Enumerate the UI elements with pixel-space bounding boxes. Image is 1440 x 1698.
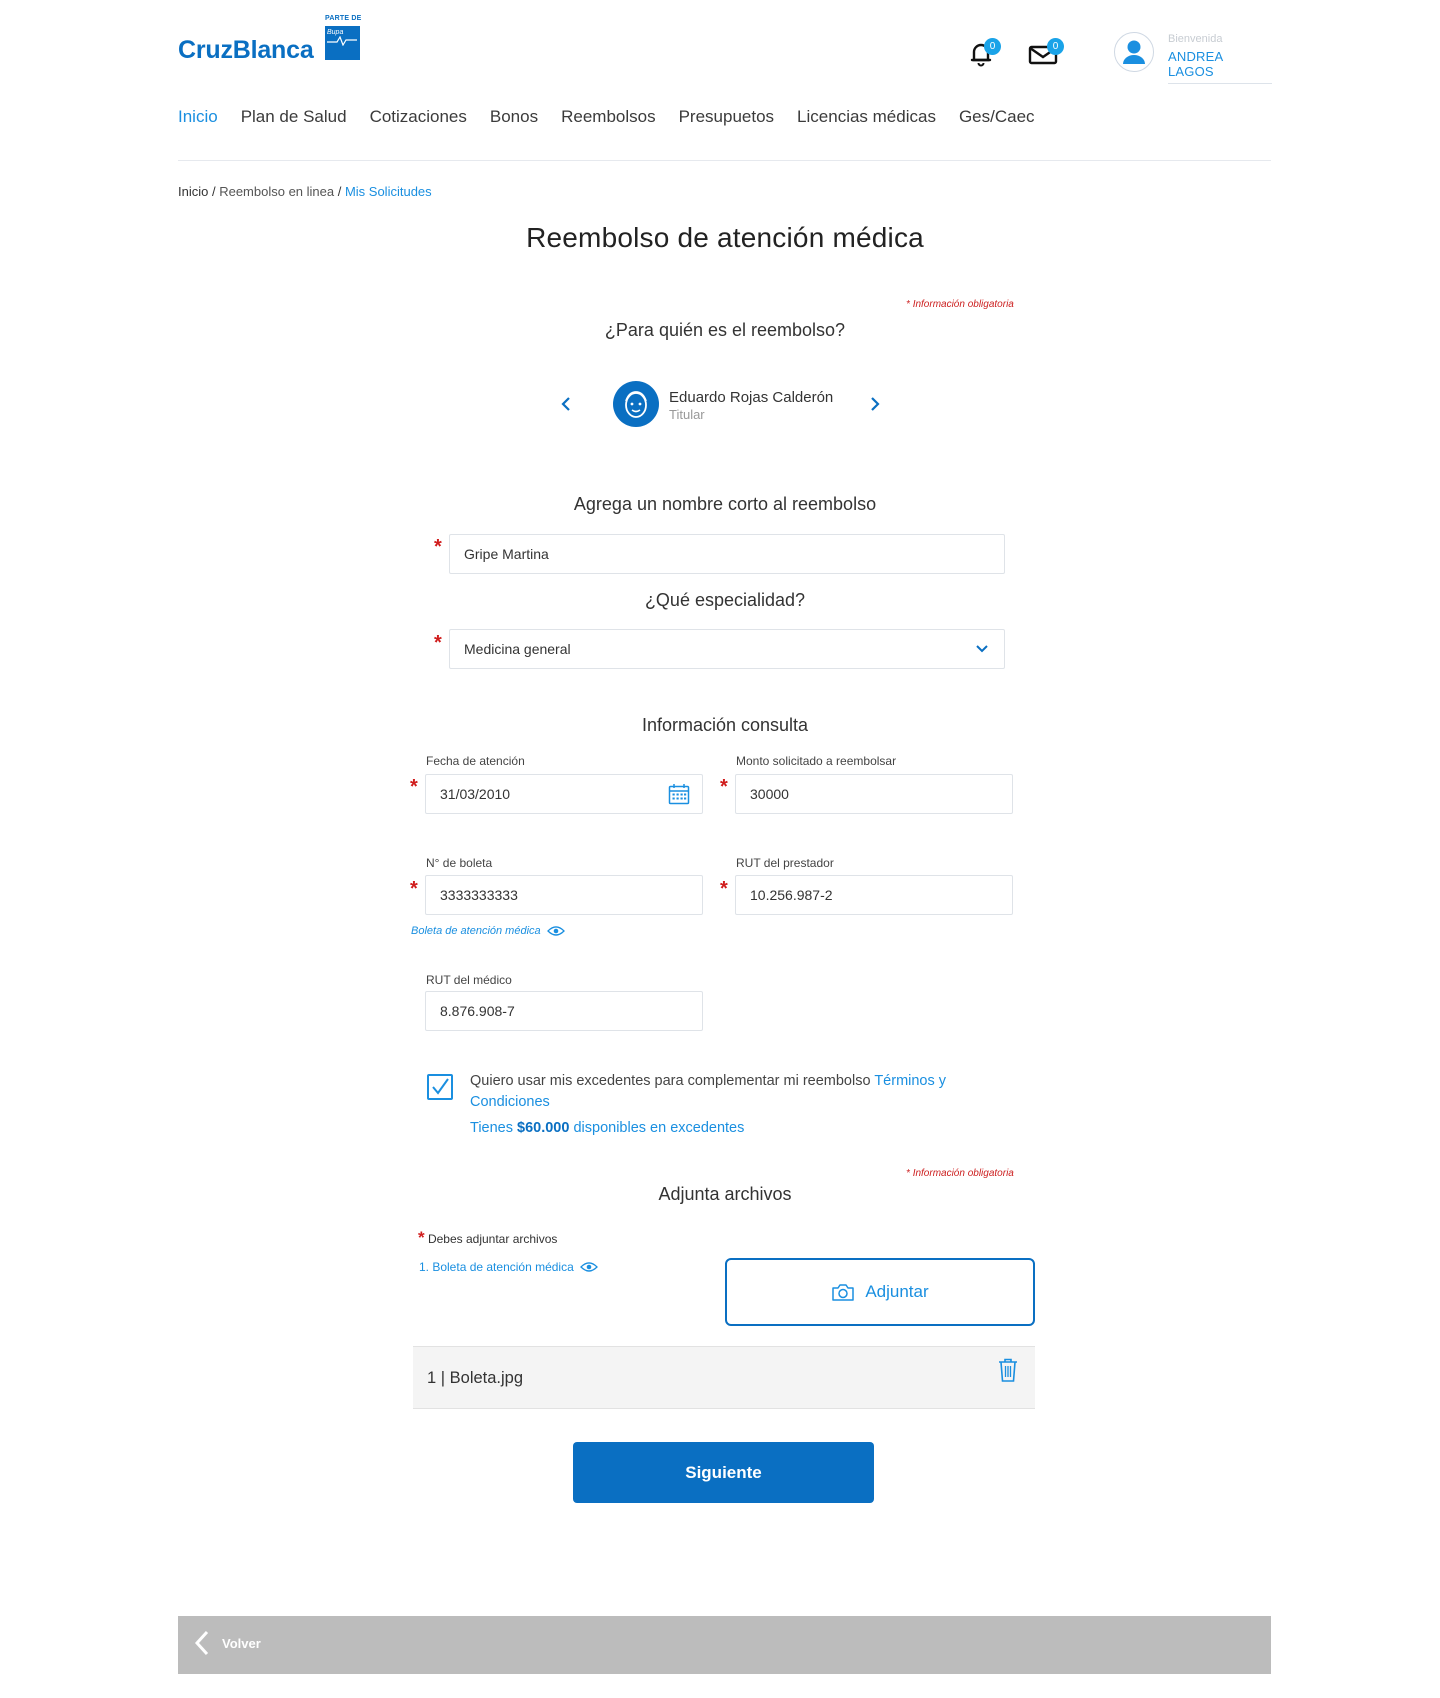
messages-badge: 0 bbox=[1047, 38, 1064, 55]
rut-medico-label: RUT del médico bbox=[426, 973, 512, 987]
user-name[interactable]: ANDREA LAGOS bbox=[1168, 49, 1272, 84]
prev-beneficiary-button[interactable] bbox=[556, 394, 576, 414]
required-asterisk: * bbox=[434, 632, 442, 654]
monto-input[interactable]: 30000 bbox=[735, 774, 1013, 814]
breadcrumb-current[interactable]: Mis Solicitudes bbox=[345, 184, 432, 199]
required-asterisk: * bbox=[410, 776, 418, 798]
excedentes-available: Tienes $60.000 disponibles en excedentes bbox=[470, 1120, 745, 1136]
beneficiary-avatar bbox=[613, 381, 659, 427]
excedentes-checkbox[interactable] bbox=[427, 1074, 453, 1100]
breadcrumb-separator: / bbox=[208, 184, 220, 199]
nav-item-cotizaciones[interactable]: Cotizaciones bbox=[370, 107, 467, 127]
rut-prestador-label: RUT del prestador bbox=[736, 856, 834, 870]
beneficiary-name: Eduardo Rojas Calderón bbox=[669, 389, 834, 406]
chevron-right-icon bbox=[871, 397, 880, 411]
specialty-select[interactable]: Medicina general bbox=[449, 629, 1005, 669]
breadcrumb-home[interactable]: Inicio bbox=[178, 184, 208, 199]
monto-value: 30000 bbox=[750, 786, 789, 802]
rut-medico-input[interactable]: 8.876.908-7 bbox=[425, 991, 703, 1031]
nav-item-presupuestos[interactable]: Presupuetos bbox=[679, 107, 774, 127]
eye-icon bbox=[579, 1262, 598, 1272]
pulse-icon bbox=[327, 35, 357, 47]
bupa-logo-text: Bupa bbox=[327, 29, 344, 36]
delete-file-button[interactable] bbox=[997, 1357, 1019, 1388]
next-button[interactable]: Siguiente bbox=[573, 1442, 874, 1503]
cruzblanca-logo[interactable]: CruzBlanca bbox=[178, 36, 314, 65]
chevron-left-icon bbox=[194, 1630, 209, 1656]
next-label: Siguiente bbox=[685, 1462, 762, 1482]
header-divider bbox=[178, 160, 1271, 161]
chevron-down-icon bbox=[976, 645, 988, 653]
nav-item-plan-de-salud[interactable]: Plan de Salud bbox=[241, 107, 347, 127]
boleta-input[interactable]: 3333333333 bbox=[425, 875, 703, 915]
required-note: * Información obligatoria bbox=[906, 299, 1014, 310]
boleta-example-link[interactable]: Boleta de atención médica bbox=[411, 925, 565, 937]
adjuntar-label: Adjuntar bbox=[865, 1282, 929, 1301]
boleta-example-label: Boleta de atención médica bbox=[411, 925, 541, 937]
required-note: * Información obligatoria bbox=[906, 1168, 1014, 1179]
main-nav: Inicio Plan de Salud Cotizaciones Bonos … bbox=[178, 107, 1058, 127]
attachment-example-link[interactable]: 1. Boleta de atención médica bbox=[419, 1260, 598, 1274]
must-attach-note: * Debes adjuntar archivos bbox=[418, 1228, 558, 1247]
bupa-logo: Bupa bbox=[325, 26, 360, 60]
back-label[interactable]: Volver bbox=[222, 1636, 261, 1651]
parte-de-label: PARTE DE bbox=[325, 15, 362, 22]
required-asterisk: * bbox=[434, 536, 442, 558]
calendar-icon[interactable] bbox=[668, 783, 690, 805]
specialty-value: Medicina general bbox=[464, 641, 571, 657]
attached-file-name: 1 | Boleta.jpg bbox=[427, 1369, 524, 1387]
page-title: Reembolso de atención médica bbox=[526, 222, 924, 253]
messages-button[interactable]: 0 bbox=[1027, 38, 1064, 72]
beneficiary-role: Titular bbox=[669, 407, 705, 422]
next-beneficiary-button[interactable] bbox=[865, 394, 885, 414]
user-avatar[interactable] bbox=[1114, 32, 1154, 72]
rut-medico-value: 8.876.908-7 bbox=[440, 1003, 515, 1019]
rut-prestador-input[interactable]: 10.256.987-2 bbox=[735, 875, 1013, 915]
welcome-label: Bienvenida bbox=[1168, 33, 1223, 45]
notifications-badge: 0 bbox=[984, 38, 1001, 55]
chevron-left-icon bbox=[561, 397, 570, 411]
trash-icon bbox=[999, 1358, 1017, 1382]
nav-item-ges-caec[interactable]: Ges/Caec bbox=[959, 107, 1035, 127]
nav-item-inicio[interactable]: Inicio bbox=[178, 107, 218, 127]
attachments-title: Adjunta archivos bbox=[658, 1184, 792, 1204]
required-asterisk: * bbox=[720, 776, 728, 798]
specialty-title: ¿Qué especialidad? bbox=[644, 590, 806, 610]
adjuntar-button[interactable]: Adjuntar bbox=[725, 1258, 1035, 1326]
nav-item-reembolsos[interactable]: Reembolsos bbox=[561, 107, 656, 127]
fecha-input[interactable]: 31/03/2010 bbox=[425, 774, 703, 814]
check-icon bbox=[432, 1078, 449, 1095]
rut-prestador-value: 10.256.987-2 bbox=[750, 887, 833, 903]
breadcrumb-middle[interactable]: Reembolso en linea bbox=[219, 184, 334, 199]
boleta-value: 3333333333 bbox=[440, 887, 518, 903]
excedentes-text: Quiero usar mis excedentes para compleme… bbox=[470, 1073, 947, 1110]
required-asterisk: * bbox=[410, 878, 418, 900]
nav-item-bonos[interactable]: Bonos bbox=[490, 107, 538, 127]
required-asterisk: * bbox=[720, 878, 728, 900]
face-icon bbox=[625, 391, 647, 418]
fecha-value: 31/03/2010 bbox=[440, 786, 511, 802]
nav-item-licencias[interactable]: Licencias médicas bbox=[797, 107, 936, 127]
short-name-value: Gripe Martina bbox=[464, 546, 549, 562]
excedentes-amount: $60.000 bbox=[517, 1120, 570, 1136]
eye-icon bbox=[546, 926, 565, 936]
breadcrumb: Inicio / Reembolso en linea / Mis Solici… bbox=[178, 184, 432, 199]
consulta-title: Información consulta bbox=[641, 715, 809, 735]
fecha-label: Fecha de atención bbox=[426, 754, 525, 768]
breadcrumb-separator: / bbox=[334, 184, 345, 199]
short-name-input[interactable]: Gripe Martina bbox=[449, 534, 1005, 574]
footer-bar bbox=[178, 1616, 1271, 1674]
short-name-title: Agrega un nombre corto al reembolso bbox=[573, 494, 877, 514]
back-button[interactable] bbox=[191, 1628, 213, 1663]
notifications-button[interactable]: 0 bbox=[966, 38, 1001, 72]
boleta-label: N° de boleta bbox=[426, 856, 493, 870]
beneficiary-question: ¿Para quién es el reembolso? bbox=[604, 320, 846, 340]
camera-icon bbox=[832, 1284, 855, 1301]
user-icon bbox=[1123, 40, 1145, 64]
monto-label: Monto solicitado a reembolsar bbox=[736, 754, 897, 768]
attachment-example-label: 1. Boleta de atención médica bbox=[419, 1260, 574, 1274]
